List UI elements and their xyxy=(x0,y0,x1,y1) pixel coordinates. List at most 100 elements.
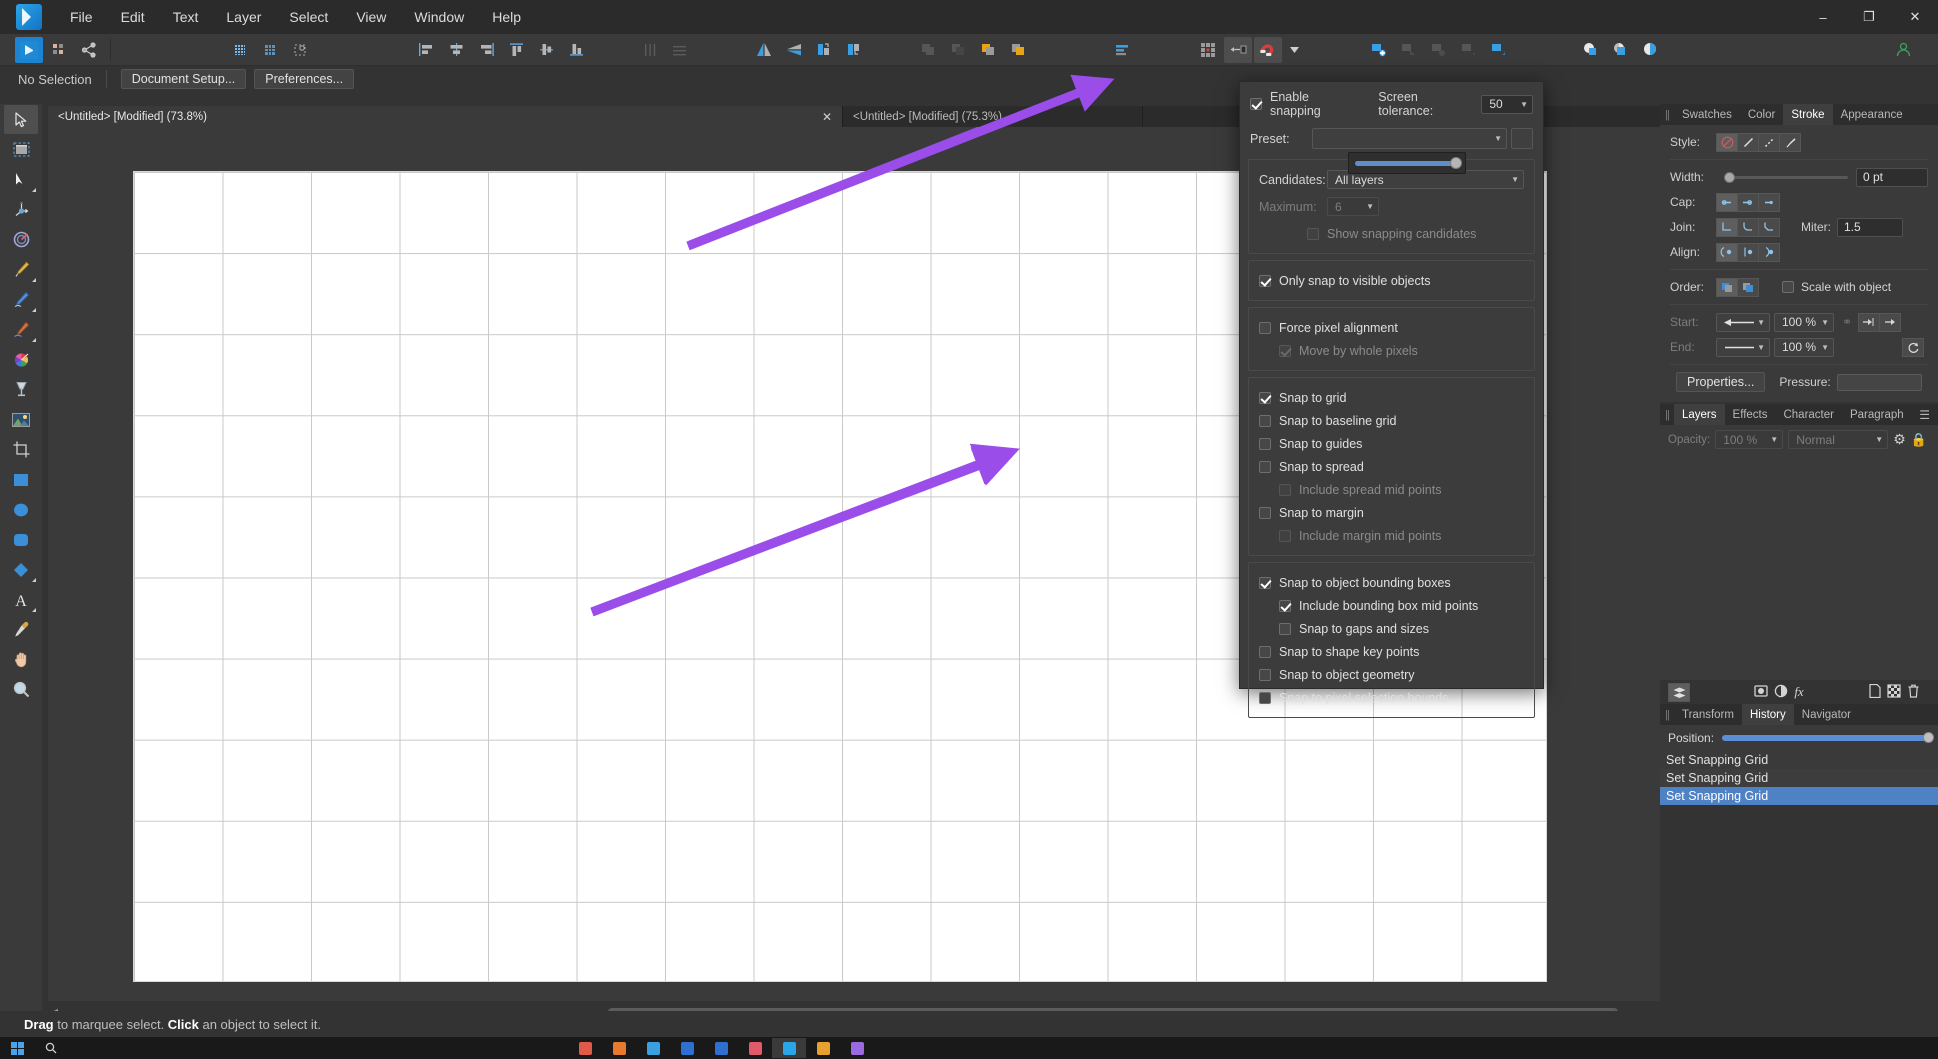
width-slider-knob[interactable] xyxy=(1724,171,1735,183)
document-setup-button[interactable]: Document Setup... xyxy=(120,69,247,89)
screen-tolerance-slider-knob[interactable] xyxy=(1450,156,1462,169)
pixel-persona-icon[interactable] xyxy=(45,37,73,63)
tab-navigator[interactable]: Navigator xyxy=(1794,704,1859,725)
intersect-icon[interactable] xyxy=(974,37,1002,63)
chevron-down-icon[interactable]: ▼ xyxy=(1520,100,1528,109)
adjustment-icon[interactable] xyxy=(1774,684,1788,701)
history-entry[interactable]: Set Snapping Grid xyxy=(1660,769,1938,787)
app1-icon[interactable] xyxy=(568,1038,602,1058)
history-position-slider[interactable] xyxy=(1722,732,1934,743)
snap-to-margin-checkbox[interactable] xyxy=(1259,506,1271,519)
rotate-right-icon[interactable] xyxy=(840,37,868,63)
butt-cap-icon[interactable] xyxy=(1716,192,1738,212)
chevron-down-icon[interactable]: ▼ xyxy=(1757,318,1765,327)
snapping-guides-icon[interactable] xyxy=(286,37,314,63)
preset-menu-button[interactable] xyxy=(1511,128,1533,149)
snap-to-spread-row[interactable]: Snap to spread xyxy=(1259,455,1524,478)
snap-to-grid-row[interactable]: Snap to grid xyxy=(1259,386,1524,409)
corner-node-icon[interactable] xyxy=(1394,37,1422,63)
snap-to-guides-checkbox[interactable] xyxy=(1259,437,1271,450)
scale-with-object-row[interactable]: Scale with object xyxy=(1782,280,1891,294)
force-pixel-alignment-row[interactable]: Force pixel alignment xyxy=(1259,316,1524,339)
snap-to-grid-checkbox[interactable] xyxy=(1259,391,1271,404)
tab-effects[interactable]: Effects xyxy=(1725,404,1776,425)
fill-stroke-icon[interactable] xyxy=(1636,37,1664,63)
screen-tolerance-field[interactable]: 50 ▼ xyxy=(1481,94,1533,114)
new-layer-icon[interactable] xyxy=(1869,683,1881,701)
miter-value-field[interactable]: 1.5 xyxy=(1837,217,1903,237)
app7-icon[interactable] xyxy=(772,1038,806,1058)
tab-swatches[interactable]: Swatches xyxy=(1674,104,1740,125)
guides-icon[interactable] xyxy=(1224,36,1252,63)
round-cap-icon[interactable] xyxy=(1737,192,1759,212)
reset-circle-icon[interactable] xyxy=(1902,337,1924,357)
app8-icon[interactable] xyxy=(806,1038,840,1058)
align-outside-stroke-icon[interactable] xyxy=(1758,242,1780,262)
mask-icon[interactable] xyxy=(1754,684,1768,701)
app5-icon[interactable] xyxy=(704,1038,738,1058)
pen-tool[interactable] xyxy=(4,255,38,284)
include-margin-mid-points-row[interactable]: Include margin mid points xyxy=(1259,524,1524,547)
subtract-icon[interactable] xyxy=(944,37,972,63)
chevron-down-icon[interactable]: ▼ xyxy=(1494,134,1502,143)
stroke-below-fill-icon[interactable] xyxy=(1737,277,1759,297)
layers-stack-icon[interactable] xyxy=(1668,682,1690,702)
show-snapping-candidates-checkbox[interactable] xyxy=(1307,227,1319,240)
ellipse-tool[interactable] xyxy=(4,495,38,524)
align-inside-stroke-icon[interactable] xyxy=(1737,242,1759,262)
round-join-icon[interactable] xyxy=(1737,217,1759,237)
sharp-node-icon[interactable] xyxy=(1454,37,1482,63)
chevron-down-icon[interactable]: ▼ xyxy=(1821,318,1829,327)
artboard-tool[interactable] xyxy=(4,135,38,164)
align-left-icon[interactable] xyxy=(412,37,440,63)
maximum-select[interactable]: 6 ▼ xyxy=(1327,197,1379,216)
snap-to-object-bounding-boxes-checkbox[interactable] xyxy=(1259,576,1271,589)
miter-join-icon[interactable] xyxy=(1716,217,1738,237)
snap-to-object-geometry-row[interactable]: Snap to object geometry xyxy=(1259,663,1524,686)
menu-window[interactable]: Window xyxy=(400,0,478,34)
rotate-left-icon[interactable] xyxy=(810,37,838,63)
vector-brush-tool[interactable] xyxy=(4,315,38,344)
chevron-down-icon[interactable]: ▼ xyxy=(1366,202,1374,211)
flip-vertical-icon[interactable] xyxy=(780,37,808,63)
move-tool[interactable] xyxy=(4,105,38,134)
blend-mode-select[interactable]: Normal ▼ xyxy=(1788,430,1889,449)
chevron-down-icon[interactable]: ▼ xyxy=(1875,435,1883,444)
chevron-down-icon[interactable]: ▼ xyxy=(1770,435,1778,444)
screen-tolerance-slider-popup[interactable] xyxy=(1348,152,1466,174)
menu-view[interactable]: View xyxy=(342,0,400,34)
show-grid-icon[interactable] xyxy=(226,37,254,63)
include-bounding-box-mid-points-checkbox[interactable] xyxy=(1279,599,1291,612)
place-image-tool[interactable] xyxy=(4,405,38,434)
screen-tolerance-slider-track[interactable] xyxy=(1355,156,1462,169)
tab-color[interactable]: Color xyxy=(1740,104,1783,125)
snap-to-gaps-and-sizes-checkbox[interactable] xyxy=(1279,622,1291,635)
flip-horizontal-icon[interactable] xyxy=(750,37,778,63)
fill-icon[interactable] xyxy=(1576,37,1604,63)
text-align-icon[interactable] xyxy=(1108,37,1136,63)
snap-to-guides-row[interactable]: Snap to guides xyxy=(1259,432,1524,455)
include-spread-mid-points-checkbox[interactable] xyxy=(1279,483,1291,496)
document-tab[interactable]: <Untitled> [Modified] (75.3%) xyxy=(843,106,1143,127)
tab-appearance[interactable]: Appearance xyxy=(1833,104,1911,125)
stroke-properties-button[interactable]: Properties... xyxy=(1676,372,1766,392)
snap-to-pixel-selection-bounds-row[interactable]: Snap to pixel selection bounds xyxy=(1259,686,1524,709)
dashed-stroke-icon[interactable] xyxy=(1758,132,1780,152)
snap-to-baseline-grid-checkbox[interactable] xyxy=(1259,414,1271,427)
panel-grip-icon[interactable]: || xyxy=(1660,704,1674,725)
enable-snapping-checkbox[interactable] xyxy=(1250,98,1262,110)
pressure-curve-field[interactable] xyxy=(1836,373,1922,391)
align-center-stroke-icon[interactable] xyxy=(1716,242,1738,262)
tab-history[interactable]: History xyxy=(1741,704,1794,725)
end-arrow-select[interactable]: ▼ xyxy=(1716,337,1770,357)
panel-menu-icon[interactable]: ☰ xyxy=(1919,404,1938,425)
move-by-whole-pixels-checkbox[interactable] xyxy=(1279,344,1291,357)
tab-stroke[interactable]: Stroke xyxy=(1783,104,1833,125)
snap-to-object-geometry-checkbox[interactable] xyxy=(1259,668,1271,681)
fx-icon[interactable]: fx xyxy=(1794,684,1803,700)
preferences-button[interactable]: Preferences... xyxy=(254,69,355,89)
width-slider[interactable] xyxy=(1724,171,1848,183)
brush-stroke-icon[interactable] xyxy=(1779,132,1801,152)
app2-icon[interactable] xyxy=(602,1038,636,1058)
app9-icon[interactable] xyxy=(840,1038,874,1058)
